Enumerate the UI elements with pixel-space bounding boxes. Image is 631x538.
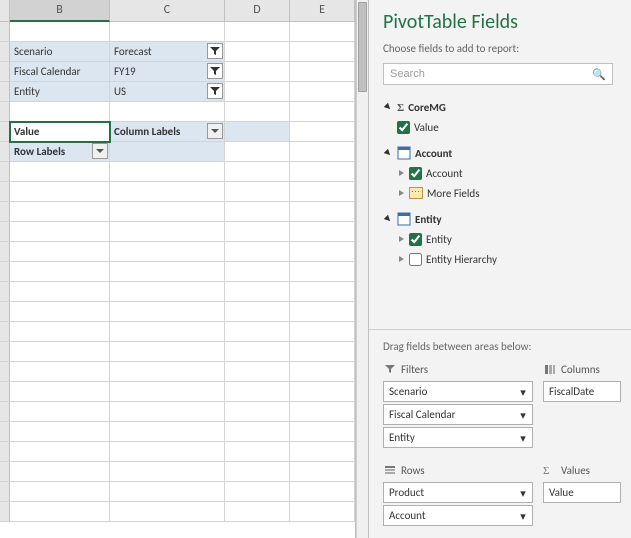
- area-values[interactable]: ΣValues Value: [543, 460, 621, 528]
- chevron-down-icon[interactable]: ▾: [516, 509, 530, 523]
- group-coremg[interactable]: ΣCoreMG: [383, 97, 623, 117]
- chevron-down-icon[interactable]: ▾: [516, 408, 530, 422]
- pivot-value-cell[interactable]: Value: [10, 122, 110, 142]
- area-item-entity[interactable]: Entity▾: [383, 427, 533, 448]
- dropdown-icon[interactable]: [207, 123, 223, 139]
- filter-label-entity: Entity: [10, 82, 110, 102]
- grid[interactable]: Scenario Forecast Fiscal Calendar FY19 E…: [0, 22, 355, 538]
- field-list[interactable]: ΣCoreMG Value Account Account More Field…: [369, 91, 631, 325]
- table-icon: [397, 212, 411, 226]
- panel-title: PivotTable Fields: [383, 10, 617, 34]
- area-rows[interactable]: Rows Product▾ Account▾: [383, 460, 533, 528]
- area-item-account[interactable]: Account▾: [383, 505, 533, 526]
- rows-icon: [383, 464, 397, 476]
- filter-value-entity: US: [110, 82, 225, 102]
- filter-icon-fiscal[interactable]: [207, 63, 223, 79]
- search-icon: 🔍: [592, 68, 606, 81]
- pivot-fields-panel: PivotTable Fields Choose fields to add t…: [368, 0, 631, 538]
- checkbox-entity-hierarchy[interactable]: [409, 253, 422, 266]
- drag-hint: Drag fields between areas below:: [369, 329, 631, 359]
- more-fields-icon: [409, 187, 423, 199]
- group-entity[interactable]: Entity: [383, 209, 623, 229]
- field-entity-hierarchy[interactable]: Entity Hierarchy: [397, 249, 623, 269]
- checkbox-account[interactable]: [409, 167, 422, 180]
- filter-icon: [383, 363, 397, 375]
- col-header-e[interactable]: E: [290, 0, 355, 22]
- chevron-down-icon[interactable]: ▾: [516, 486, 530, 500]
- spreadsheet: B C D E Scenario Forecast Fiscal Calenda…: [0, 0, 356, 538]
- checkbox-value[interactable]: [397, 121, 410, 134]
- area-filters[interactable]: Filters Scenario▾ Fiscal Calendar▾ Entit…: [383, 359, 533, 450]
- pivot-column-labels: Column Labels: [110, 122, 225, 142]
- area-item-product[interactable]: Product▾: [383, 482, 533, 503]
- checkbox-entity[interactable]: [409, 233, 422, 246]
- filter-value-scenario: Forecast: [110, 42, 225, 62]
- col-header-b[interactable]: B: [10, 0, 110, 22]
- chevron-down-icon[interactable]: ▾: [516, 431, 530, 445]
- area-item-value[interactable]: Value: [543, 482, 621, 503]
- area-item-fiscal[interactable]: Fiscal Calendar▾: [383, 404, 533, 425]
- columns-icon: [543, 363, 557, 375]
- areas-grid: Filters Scenario▾ Fiscal Calendar▾ Entit…: [369, 359, 631, 538]
- pivot-row-labels: Row Labels: [10, 142, 110, 162]
- filter-label-scenario: Scenario: [10, 42, 110, 62]
- filter-icon-entity[interactable]: [207, 83, 223, 99]
- sigma-icon: Σ: [543, 464, 557, 476]
- filter-value-fiscal: FY19: [110, 62, 225, 82]
- area-columns[interactable]: Columns FiscalDate: [543, 359, 621, 450]
- filter-label-fiscal: Fiscal Calendar: [10, 62, 110, 82]
- column-headers: B C D E: [0, 0, 355, 22]
- field-account[interactable]: Account: [397, 163, 623, 183]
- filter-icon-scenario[interactable]: [207, 43, 223, 59]
- search-input[interactable]: [390, 68, 592, 80]
- search-box[interactable]: 🔍: [383, 63, 613, 85]
- field-entity[interactable]: Entity: [397, 229, 623, 249]
- select-all-corner[interactable]: [0, 0, 10, 22]
- field-value[interactable]: Value: [397, 117, 623, 137]
- area-item-scenario[interactable]: Scenario▾: [383, 381, 533, 402]
- col-header-d[interactable]: D: [225, 0, 290, 22]
- area-item-fiscaldate[interactable]: FiscalDate: [543, 381, 621, 402]
- field-more-fields[interactable]: More Fields: [397, 183, 623, 203]
- panel-subtitle: Choose fields to add to report:: [383, 42, 617, 55]
- dropdown-icon[interactable]: [92, 143, 108, 159]
- scrollbar-vertical[interactable]: [356, 0, 368, 538]
- chevron-down-icon[interactable]: ▾: [516, 385, 530, 399]
- group-account[interactable]: Account: [383, 143, 623, 163]
- col-header-c[interactable]: C: [110, 0, 225, 22]
- table-icon: [397, 146, 411, 160]
